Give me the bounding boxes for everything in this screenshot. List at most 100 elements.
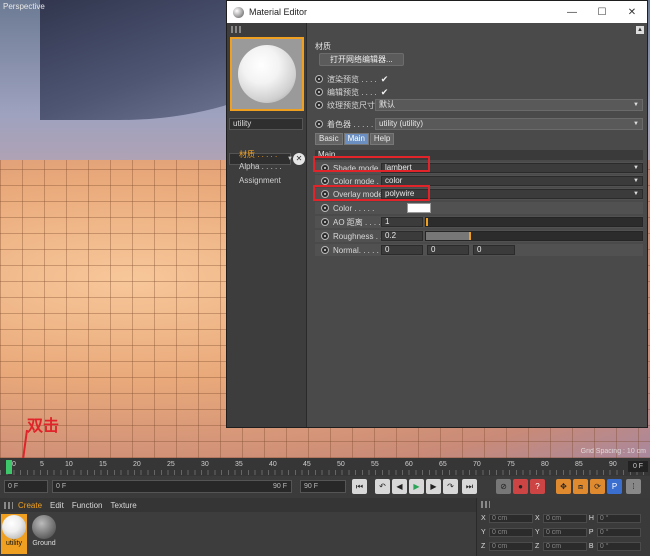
slider-knob[interactable] (426, 218, 428, 226)
normal-y-value: 0 (431, 245, 436, 254)
render-preview-checkbox[interactable]: ✔ (381, 74, 389, 85)
normal-y-input[interactable]: 0 (427, 245, 469, 255)
normal-z-input[interactable]: 0 (473, 245, 515, 255)
channel-assignment[interactable]: Assignment (239, 176, 281, 185)
color-mode-value: color (385, 176, 403, 185)
play-icon[interactable]: ▶ (409, 479, 424, 494)
parameter-key-icon[interactable]: P (607, 479, 622, 494)
ao-distance-slider[interactable] (425, 217, 643, 227)
start-frame-field[interactable]: 0 F (4, 480, 48, 493)
chevron-down-icon: ▼ (633, 165, 639, 171)
size-z-input[interactable]: 0 cm (542, 542, 587, 551)
animate-icon[interactable] (321, 177, 329, 185)
animate-icon[interactable] (321, 204, 329, 212)
go-to-start-icon[interactable]: ⏮ (352, 479, 367, 494)
menu-edit[interactable]: Edit (50, 501, 64, 510)
channel-material[interactable]: 材质 . . . . . (239, 149, 277, 160)
channel-alpha[interactable]: Alpha . . . . . (239, 162, 282, 171)
animate-icon[interactable] (315, 88, 323, 96)
previous-key-icon[interactable]: ↶ (375, 479, 390, 494)
tick-label: 50 (337, 461, 345, 468)
window-title: Material Editor (249, 7, 308, 17)
step-forward-icon[interactable]: ▶ (426, 479, 441, 494)
scroll-up-icon[interactable]: ▲ (636, 26, 644, 34)
position-z-input[interactable]: 0 cm (489, 542, 533, 551)
tab-help[interactable]: Help (369, 133, 395, 145)
preview-sphere (238, 45, 296, 103)
grip-icon[interactable] (231, 26, 241, 33)
title-bar[interactable]: Material Editor — ☐ ✕ (227, 1, 647, 23)
animate-icon[interactable] (321, 232, 329, 240)
normal-x-input[interactable]: 0 (381, 245, 423, 255)
grip-icon[interactable] (4, 501, 13, 509)
animate-icon[interactable] (315, 101, 323, 109)
grip-icon[interactable] (481, 501, 490, 508)
coord-row-x: X0 cm X0 cm H0 ° (481, 514, 641, 525)
rotation-h-input[interactable]: 0 ° (596, 514, 641, 523)
roughness-slider[interactable] (425, 231, 643, 241)
position-key-icon[interactable]: ✥ (556, 479, 571, 494)
texture-preview-select[interactable]: 默认 ▼ (375, 99, 643, 111)
chevron-down-icon: ▼ (633, 178, 639, 184)
material-thumbnail-utility[interactable]: utility (1, 514, 27, 554)
timeline[interactable]: 0 5 10 15 20 25 30 35 40 45 50 55 60 65 … (0, 458, 650, 476)
step-back-icon[interactable]: ◀ (392, 479, 407, 494)
close-button[interactable]: ✕ (617, 7, 647, 18)
preview-range-bar[interactable]: 0 F 90 F (52, 480, 292, 493)
coord-row-y: Y0 cm Y0 cm P0 ° (481, 528, 641, 539)
axis-label: P (588, 529, 594, 536)
ao-distance-input[interactable]: 1 (381, 217, 423, 227)
axis-label: X (534, 515, 540, 522)
tab-basic[interactable]: Basic (315, 133, 343, 145)
open-node-editor-button[interactable]: 打开网络编辑器... (319, 53, 404, 66)
editor-preview-checkbox[interactable]: ✔ (381, 87, 389, 98)
menu-create[interactable]: Create (18, 501, 42, 510)
chevron-down-icon: ▼ (633, 191, 639, 197)
chevron-down-icon: ▼ (633, 121, 639, 127)
slider-knob[interactable] (469, 232, 472, 240)
section-label: 材质 (315, 42, 331, 51)
keyframe-selection-icon[interactable]: ? (530, 479, 545, 494)
menu-texture[interactable]: Texture (111, 501, 137, 510)
axis-label: X (481, 515, 486, 522)
tick-label: 25 (167, 461, 175, 468)
rotation-p-input[interactable]: 0 ° (596, 528, 641, 537)
point-level-icon[interactable]: ⁞ (626, 479, 641, 494)
material-name-field[interactable]: utility (229, 118, 303, 130)
axis-label: B (588, 543, 594, 550)
tick-label: 10 (65, 461, 73, 468)
material-thumbnail-ground[interactable]: Ground (31, 514, 57, 554)
minimize-button[interactable]: — (557, 7, 587, 18)
position-y-input[interactable]: 0 cm (489, 528, 533, 537)
shader-select[interactable]: utility (utility) ▼ (375, 118, 643, 130)
end-frame-field[interactable]: 90 F (300, 480, 346, 493)
color-row: Color . . . . . (315, 202, 643, 214)
tick-label: 30 (201, 461, 209, 468)
size-x-input[interactable]: 0 cm (542, 514, 587, 523)
record-keys-icon[interactable]: ⊘ (496, 479, 511, 494)
animate-icon[interactable] (315, 75, 323, 83)
animate-icon[interactable] (321, 218, 329, 226)
animate-icon[interactable] (321, 246, 329, 254)
next-key-icon[interactable]: ↷ (443, 479, 458, 494)
material-preview[interactable] (230, 37, 304, 111)
auto-keying-icon[interactable]: ● (513, 479, 528, 494)
scale-key-icon[interactable]: ⧈ (573, 479, 588, 494)
go-to-end-icon[interactable]: ⏭ (462, 479, 477, 494)
highlight-box (313, 156, 430, 172)
rotation-b-input[interactable]: 0 ° (596, 542, 641, 551)
coordinates-panel: X0 cm X0 cm H0 ° Y0 cm Y0 cm P0 ° Z0 cm … (476, 498, 650, 556)
size-y-input[interactable]: 0 cm (542, 528, 587, 537)
tab-main[interactable]: Main (343, 133, 369, 145)
menu-function[interactable]: Function (72, 501, 103, 510)
position-x-input[interactable]: 0 cm (489, 514, 533, 523)
maximize-button[interactable]: ☐ (587, 7, 617, 18)
animate-icon[interactable] (315, 120, 323, 128)
channel-panel: utility ▼ ✕ 材质 . . . . . Alpha . . . . .… (227, 23, 307, 427)
color-swatch[interactable] (407, 203, 431, 213)
roughness-input[interactable]: 0.2 (381, 231, 423, 241)
clear-icon[interactable]: ✕ (293, 153, 305, 165)
axis-label: Z (481, 543, 486, 550)
tick-label: 65 (439, 461, 447, 468)
rotation-key-icon[interactable]: ⟳ (590, 479, 605, 494)
